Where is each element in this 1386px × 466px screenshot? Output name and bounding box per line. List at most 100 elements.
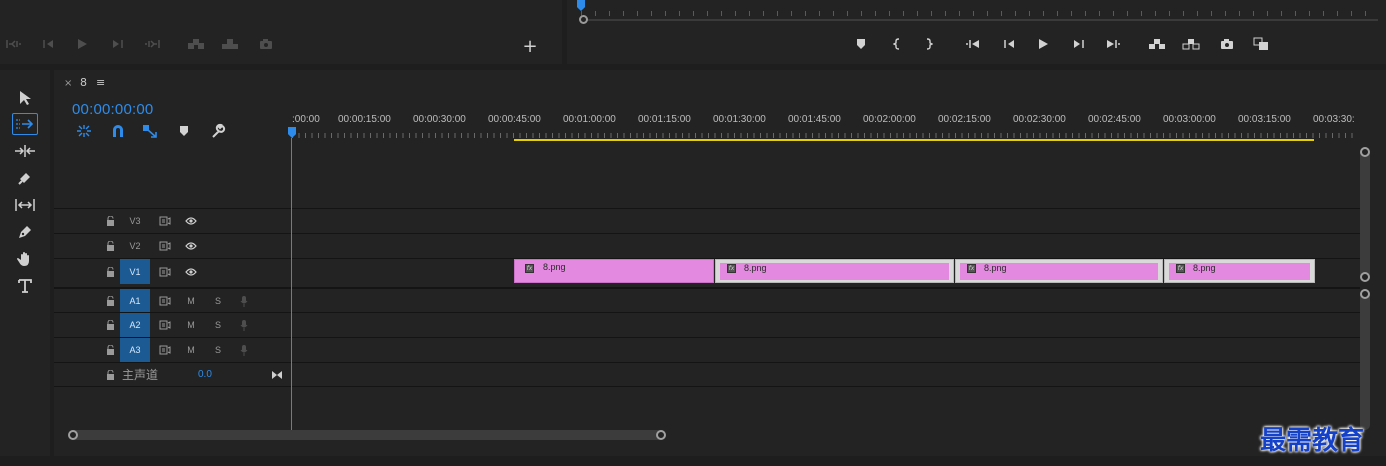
microphone-icon[interactable]: [238, 338, 250, 362]
lock-icon[interactable]: [104, 289, 116, 312]
sync-lock-icon[interactable]: [158, 259, 172, 284]
step-back-icon[interactable]: [999, 35, 1019, 53]
linked-selection-icon[interactable]: [140, 122, 160, 140]
mute-button[interactable]: M: [184, 289, 198, 312]
add-button[interactable]: +: [520, 36, 540, 57]
audio-vertical-scrollbar[interactable]: [1360, 289, 1370, 430]
timeline-panel: × 8 ≡ 00:00:00:00 :00:00 00:00:15:00 00:…: [54, 70, 1386, 456]
sequence-tab[interactable]: 8: [80, 76, 87, 89]
ruler-label: 00:03:30:: [1313, 114, 1355, 125]
sync-lock-icon[interactable]: [158, 234, 172, 258]
track-target-v2[interactable]: V2: [120, 234, 150, 258]
close-tab-button[interactable]: ×: [64, 78, 72, 89]
horizontal-scrollbar[interactable]: [70, 430, 663, 440]
mute-button[interactable]: M: [184, 338, 198, 362]
ruler-label: 00:01:15:00: [638, 114, 691, 125]
go-to-in-icon[interactable]: [963, 35, 983, 53]
play-icon[interactable]: [1033, 35, 1053, 53]
time-ruler[interactable]: :00:00 00:00:15:00 00:00:30:00 00:00:45:…: [288, 108, 1358, 142]
timeline-settings-wrench-icon[interactable]: [208, 122, 228, 140]
track-target-a1[interactable]: A1: [120, 289, 150, 312]
video-scroll-handle-top[interactable]: [1360, 147, 1370, 157]
nest-toggle-icon[interactable]: [74, 122, 94, 140]
eye-icon[interactable]: [184, 259, 198, 284]
export-frame-icon[interactable]: [256, 35, 276, 53]
clip[interactable]: fx 8.png: [715, 259, 954, 283]
add-marker-icon[interactable]: [174, 122, 194, 140]
bowtie-icon[interactable]: [270, 363, 284, 386]
solo-button[interactable]: S: [212, 289, 224, 312]
mute-button[interactable]: M: [184, 313, 198, 337]
step-to-in-icon[interactable]: [4, 35, 24, 53]
microphone-icon[interactable]: [238, 313, 250, 337]
insert-icon[interactable]: [186, 35, 206, 53]
program-monitor-panel: [567, 0, 1386, 64]
solo-button[interactable]: S: [212, 313, 224, 337]
extract-icon[interactable]: [1181, 35, 1201, 53]
program-zoom-bar[interactable]: [581, 19, 1378, 21]
snap-magnet-icon[interactable]: [108, 122, 128, 140]
selection-tool-icon[interactable]: [12, 87, 38, 109]
track-target-a3[interactable]: A3: [120, 338, 150, 362]
go-to-out-icon[interactable]: [1103, 35, 1123, 53]
program-zoom-handle[interactable]: [579, 15, 588, 24]
program-time-ruler[interactable]: [581, 3, 1372, 17]
pen-tool-icon[interactable]: [12, 221, 38, 243]
watermark-text: 最需教育: [1260, 426, 1365, 456]
sync-lock-icon[interactable]: [158, 289, 172, 312]
slip-tool-icon[interactable]: [12, 194, 38, 216]
sync-lock-icon[interactable]: [158, 313, 172, 337]
step-back-icon[interactable]: [38, 35, 58, 53]
step-forward-icon[interactable]: [1069, 35, 1089, 53]
eye-icon[interactable]: [184, 209, 198, 233]
lock-icon[interactable]: [104, 338, 116, 362]
lift-icon[interactable]: [1147, 35, 1167, 53]
play-icon[interactable]: [72, 35, 92, 53]
track-target-a2[interactable]: A2: [120, 313, 150, 337]
mark-out-icon[interactable]: [919, 35, 939, 53]
zoom-handle-left[interactable]: [68, 430, 78, 440]
zoom-handle-right[interactable]: [656, 430, 666, 440]
panel-menu-icon[interactable]: ≡: [96, 76, 105, 89]
ruler-label: 00:02:30:00: [1013, 114, 1066, 125]
clip-name: 8.png: [1193, 263, 1216, 273]
playhead-line[interactable]: [291, 138, 292, 430]
lock-icon[interactable]: [104, 259, 116, 284]
export-frame-icon[interactable]: [1217, 35, 1237, 53]
track-target-v3[interactable]: V3: [120, 209, 150, 233]
lock-icon[interactable]: [104, 234, 116, 258]
work-area-bar[interactable]: [514, 139, 1314, 141]
sync-lock-icon[interactable]: [158, 338, 172, 362]
track-target-v1[interactable]: V1: [120, 259, 150, 284]
step-forward-icon[interactable]: [108, 35, 128, 53]
microphone-icon[interactable]: [238, 289, 250, 312]
master-volume-value[interactable]: 0.0: [198, 363, 212, 386]
lock-icon[interactable]: [104, 209, 116, 233]
overwrite-icon[interactable]: [220, 35, 240, 53]
lock-icon[interactable]: [104, 363, 116, 386]
ripple-edit-tool-icon[interactable]: [12, 140, 38, 162]
track-select-tool-icon[interactable]: [12, 113, 38, 135]
clip[interactable]: fx 8.png: [514, 259, 714, 283]
eye-icon[interactable]: [184, 234, 198, 258]
ruler-label: 00:02:15:00: [938, 114, 991, 125]
ruler-label: 00:03:00:00: [1163, 114, 1216, 125]
clip[interactable]: fx 8.png: [955, 259, 1163, 283]
timecode-display[interactable]: 00:00:00:00: [72, 101, 153, 118]
lock-icon[interactable]: [104, 313, 116, 337]
fx-badge-icon: fx: [525, 264, 534, 273]
type-tool-icon[interactable]: [12, 275, 38, 297]
solo-button[interactable]: S: [212, 338, 224, 362]
track-row-v3: V3: [54, 208, 1360, 233]
clip[interactable]: fx 8.png: [1164, 259, 1315, 283]
step-to-out-icon[interactable]: [142, 35, 162, 53]
add-marker-icon[interactable]: [851, 35, 871, 53]
video-scroll-handle-bottom[interactable]: [1360, 272, 1370, 282]
hand-tool-icon[interactable]: [12, 248, 38, 270]
video-vertical-scrollbar[interactable]: [1360, 147, 1370, 281]
sync-lock-icon[interactable]: [158, 209, 172, 233]
compare-icon[interactable]: [1251, 35, 1271, 53]
mark-in-icon[interactable]: [887, 35, 907, 53]
razor-tool-icon[interactable]: [12, 167, 38, 189]
audio-scroll-handle-top[interactable]: [1360, 289, 1370, 299]
